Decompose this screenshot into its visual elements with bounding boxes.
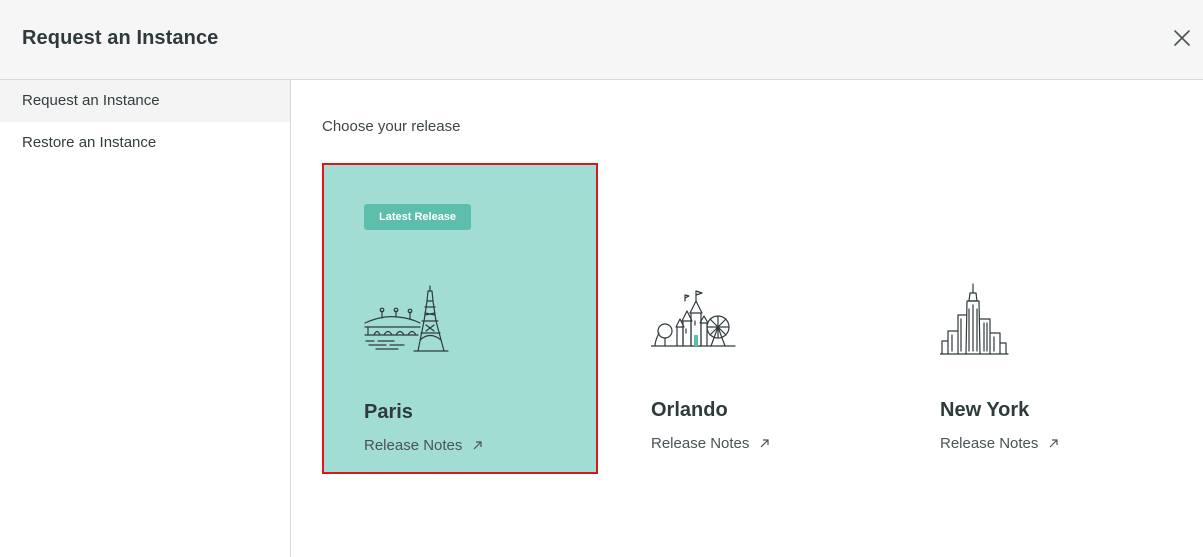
release-notes-link-paris[interactable]: Release Notes (364, 437, 483, 454)
release-card-orlando[interactable]: Orlando Release Notes (611, 163, 887, 474)
release-notes-label: Release Notes (364, 437, 463, 454)
modal-title: Request an Instance (22, 27, 219, 49)
new-york-skyline-icon (940, 283, 1009, 355)
main-content: Choose your release Latest Release Paris… (291, 80, 1203, 557)
release-card-paris[interactable]: Latest Release Paris Release Notes (322, 163, 598, 474)
section-label: Choose your release (322, 118, 461, 135)
external-link-icon (760, 439, 769, 448)
close-icon (1174, 30, 1190, 46)
release-notes-link-orlando[interactable]: Release Notes (651, 435, 770, 452)
release-notes-link-new-york[interactable]: Release Notes (940, 435, 1059, 452)
release-name-paris: Paris (364, 401, 413, 423)
sidebar-item-restore-instance[interactable]: Restore an Instance (0, 122, 290, 164)
sidebar: Request an Instance Restore an Instance (0, 80, 291, 557)
release-notes-label: Release Notes (940, 435, 1039, 452)
modal-header: Request an Instance (0, 0, 1203, 80)
external-link-icon (473, 441, 482, 450)
latest-release-badge: Latest Release (364, 204, 472, 230)
orlando-castle-icon (651, 290, 736, 347)
release-card-new-york[interactable]: New York Release Notes (900, 163, 1176, 474)
release-name-orlando: Orlando (651, 399, 728, 421)
release-notes-label: Release Notes (651, 435, 750, 452)
close-button[interactable] (1170, 26, 1194, 50)
release-name-new-york: New York (940, 399, 1030, 421)
eiffel-tower-icon (364, 285, 449, 352)
sidebar-item-request-instance[interactable]: Request an Instance (0, 80, 290, 122)
external-link-icon (1049, 439, 1058, 448)
